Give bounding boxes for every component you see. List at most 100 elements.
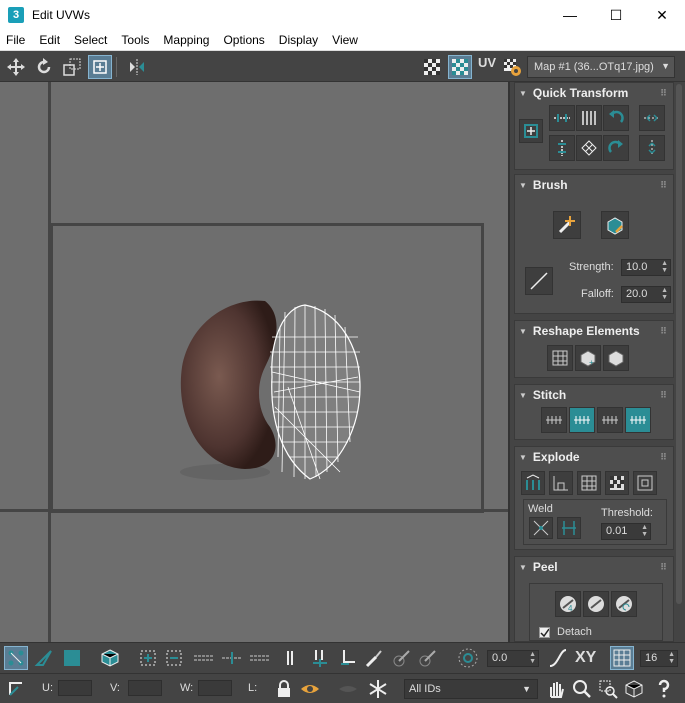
peel-mode-button[interactable] <box>583 591 609 617</box>
face-select-icon[interactable] <box>60 646 84 670</box>
ring-select-icon[interactable] <box>248 646 272 670</box>
grow-selection-icon[interactable] <box>136 646 160 670</box>
align-vertical-button[interactable] <box>576 105 602 131</box>
threshold-spinner[interactable]: 0.01 ▲ ▼ <box>601 523 651 540</box>
loop-select-icon[interactable] <box>220 646 244 670</box>
rollout-quick-transform: ▼ Quick Transform ⠿ <box>514 82 674 170</box>
falloff-spinner[interactable]: 20.0 ▲ ▼ <box>621 286 671 303</box>
rotate-icon[interactable] <box>32 55 56 79</box>
loop-grow-icon[interactable] <box>192 646 216 670</box>
explode-by-mat-button[interactable] <box>577 471 601 495</box>
explode-by-smooth-button[interactable] <box>549 471 573 495</box>
strength-spinner[interactable]: 10.0 ▲ ▼ <box>621 259 671 276</box>
stitch-average-button[interactable] <box>597 407 623 433</box>
relax-brush-button[interactable] <box>601 211 629 239</box>
paint-grow-icon[interactable] <box>390 646 414 670</box>
w-field[interactable] <box>198 680 232 696</box>
rollout-header[interactable]: ▼ Quick Transform ⠿ <box>515 83 673 103</box>
rotate-cw-button[interactable] <box>603 135 629 161</box>
close-button[interactable]: ✕ <box>639 0 685 30</box>
maximize-button[interactable]: ☐ <box>593 0 639 30</box>
u-field[interactable] <box>58 680 92 696</box>
uv-viewport[interactable] <box>0 82 510 642</box>
quick-peel-button[interactable]: 4 <box>555 591 581 617</box>
menu-options[interactable]: Options <box>216 33 271 47</box>
scale-icon[interactable] <box>60 55 84 79</box>
freeform-icon[interactable] <box>88 54 112 79</box>
space-horizontal-button[interactable] <box>639 105 665 131</box>
point-to-point-icon[interactable] <box>308 646 332 670</box>
detach-checkbox[interactable] <box>539 627 550 638</box>
rollout-header[interactable]: ▼ Explode ⠿ <box>515 447 673 467</box>
map-select[interactable]: Map #1 (36...OTq17.jpg) ▼ <box>527 56 675 78</box>
edge-select-icon[interactable] <box>32 646 56 670</box>
uv-label[interactable]: UV <box>478 55 496 79</box>
stitch-to-source-button[interactable] <box>625 407 651 433</box>
zoom-region-icon[interactable] <box>596 677 620 701</box>
paint-select-icon[interactable] <box>362 646 386 670</box>
rollout-header[interactable]: ▼ Peel ⠿ <box>515 557 673 577</box>
checker-icon[interactable] <box>420 55 444 79</box>
xy-space-label[interactable]: XY <box>575 649 596 667</box>
falloff-curve-icon[interactable] <box>546 646 570 670</box>
v-field[interactable] <box>128 680 162 696</box>
texture-settings-icon[interactable] <box>500 55 524 79</box>
reset-peel-button[interactable] <box>611 591 637 617</box>
menu-mapping[interactable]: Mapping <box>156 33 216 47</box>
soft-selection-count-spinner[interactable]: 16 ▲ ▼ <box>640 650 678 667</box>
menu-tools[interactable]: Tools <box>114 33 156 47</box>
grip-icon: ⠿ <box>659 179 667 190</box>
soft-selection-icon[interactable] <box>456 646 480 670</box>
explode-flatten-button[interactable] <box>633 471 657 495</box>
select-by-element-icon[interactable] <box>280 646 304 670</box>
explode-by-id-button[interactable] <box>521 471 545 495</box>
align-v-center-button[interactable] <box>549 135 575 161</box>
stitch-custom-button[interactable] <box>541 407 567 433</box>
rollout-header[interactable]: ▼ Reshape Elements ⠿ <box>515 321 673 341</box>
zoom-icon[interactable] <box>570 677 594 701</box>
paint-shrink-icon[interactable] <box>416 646 440 670</box>
minimize-button[interactable]: — <box>547 0 593 30</box>
stitch-to-target-button[interactable] <box>569 407 595 433</box>
zoom-extents-icon[interactable] <box>622 677 646 701</box>
freeze-icon[interactable] <box>366 677 390 701</box>
hide-icon[interactable] <box>336 677 360 701</box>
relax-until-flat-button[interactable]: + <box>575 345 601 371</box>
absolute-offset-icon[interactable] <box>4 677 28 701</box>
limit-by-edges-icon[interactable] <box>610 646 634 670</box>
move-icon[interactable] <box>4 55 28 79</box>
rollout-header[interactable]: ▼ Brush ⠿ <box>515 175 673 195</box>
lock-icon[interactable] <box>272 677 296 701</box>
edge-loop-icon[interactable] <box>336 646 360 670</box>
straighten-button[interactable] <box>576 135 602 161</box>
align-center-button[interactable] <box>519 119 543 143</box>
brush-falloff-button[interactable] <box>525 267 553 295</box>
panel-scrollbar[interactable] <box>676 84 682 604</box>
straighten-selection-button[interactable] <box>547 345 573 371</box>
vertex-select-icon[interactable] <box>4 646 28 670</box>
weld-selected-button[interactable] <box>529 517 553 539</box>
pan-icon[interactable] <box>544 677 568 701</box>
menu-display[interactable]: Display <box>272 33 325 47</box>
weld-target-button[interactable] <box>557 517 581 539</box>
menu-select[interactable]: Select <box>67 33 114 47</box>
mirror-icon[interactable] <box>125 55 149 79</box>
explode-checker-button[interactable] <box>605 471 629 495</box>
element-select-icon[interactable] <box>98 646 122 670</box>
shrink-selection-icon[interactable] <box>162 646 186 670</box>
space-vertical-button[interactable] <box>639 135 665 161</box>
menu-view[interactable]: View <box>325 33 365 47</box>
menu-edit[interactable]: Edit <box>32 33 67 47</box>
falloff-distance-spinner[interactable]: 0.0 ▲ ▼ <box>487 650 539 667</box>
material-ids-select[interactable]: All IDs ▼ <box>404 679 538 699</box>
rollout-header[interactable]: ▼ Stitch ⠿ <box>515 385 673 405</box>
paint-move-button[interactable] <box>553 211 581 239</box>
checker-teal-icon[interactable] <box>448 55 472 79</box>
menu-file[interactable]: File <box>0 33 32 47</box>
help-icon[interactable] <box>652 677 676 701</box>
rotate-ccw-button[interactable] <box>603 105 629 131</box>
show-hidden-icon[interactable] <box>298 677 322 701</box>
tool-panel: ▼ Quick Transform ⠿ ▼ Brush ⠿ Strength: … <box>512 82 685 642</box>
relax-button[interactable] <box>603 345 629 371</box>
align-horizontal-button[interactable] <box>549 105 575 131</box>
